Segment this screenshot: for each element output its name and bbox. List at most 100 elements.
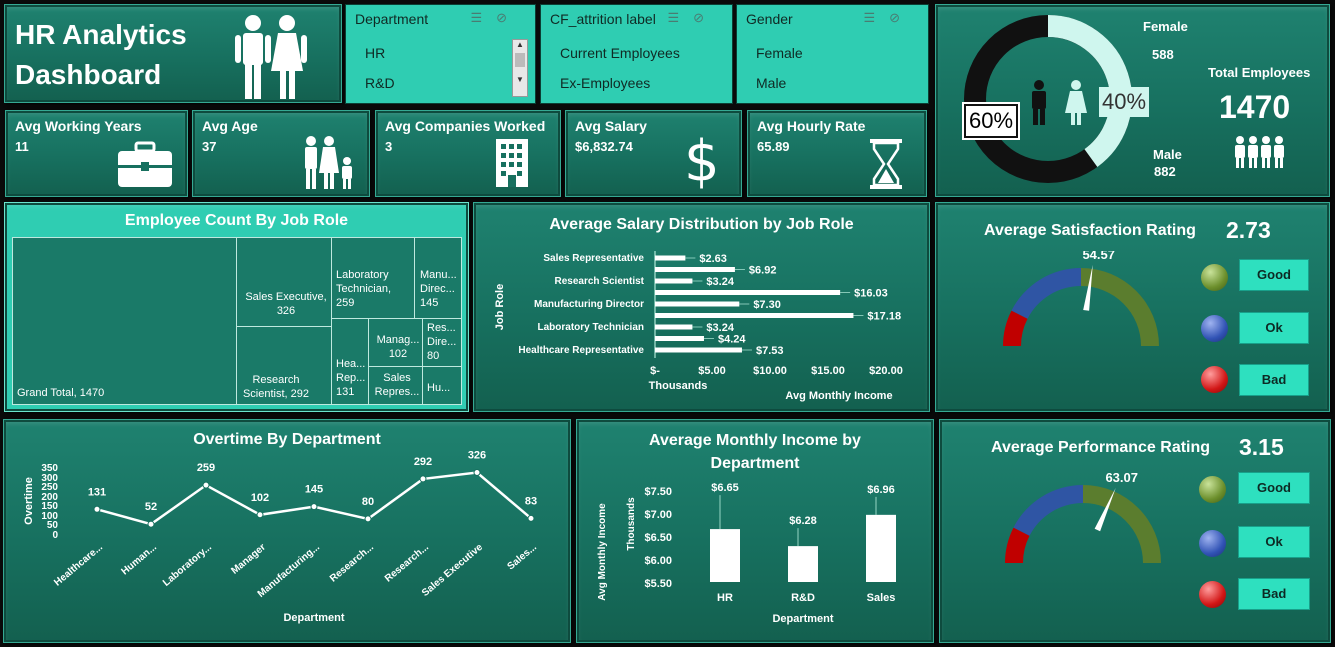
overtime-data-label: 259 [197, 462, 215, 474]
slicer-item-ex[interactable]: Ex-Employees [560, 75, 650, 91]
x-tick: Research... [383, 542, 431, 585]
attrition-slicer[interactable]: CF_attrition label ☰⊘ Current Employees … [540, 4, 733, 104]
treemap-cell-label: Research Scientist, 292 [242, 374, 310, 400]
slicer-item-male[interactable]: Male [756, 75, 786, 91]
x-tick: $15.00 [811, 365, 845, 377]
overtime-data-label: 102 [251, 492, 269, 504]
overtime-data-label: 83 [525, 495, 537, 507]
treemap-cell-label: Hu... [427, 382, 451, 394]
scroll-up-icon[interactable]: ▲ [513, 40, 527, 49]
multi-select-icon[interactable]: ☰⊘ [863, 10, 914, 26]
treemap-cell-lab-technician[interactable]: Laboratory Technician, 259 [331, 237, 415, 319]
slicer-item-hr[interactable]: HR [365, 45, 385, 61]
performance-title: Average Performance Rating [991, 439, 1211, 456]
slicer-title: CF_attrition label [550, 11, 656, 27]
kpi-value: 65.89 [757, 139, 790, 154]
slicer-scrollbar[interactable]: ▲ ▼ [512, 39, 528, 97]
gauge-ok-segment [1011, 268, 1081, 319]
department-slicer[interactable]: Department ☰⊘ HR R&D ▲ ▼ [345, 4, 536, 104]
salary-bar [655, 278, 693, 284]
y-tick: $6.00 [644, 555, 672, 567]
overtime-line [96, 471, 532, 526]
female-label: Female [1143, 19, 1188, 34]
overtime-point [93, 505, 101, 513]
income-bar [866, 514, 896, 582]
row-label: Sales Representative [543, 253, 644, 264]
overtime-point [147, 520, 155, 528]
slicer-item-female[interactable]: Female [756, 45, 803, 61]
income-by-department-panel: Average Monthly Income by Department Avg… [576, 419, 934, 643]
building-icon [496, 139, 528, 187]
kpi-label: Avg Companies Worked [385, 118, 546, 134]
x-tick: Human... [120, 542, 160, 578]
treemap-cell-label: Laboratory Technician, 259 [336, 269, 392, 309]
salary-data-label: $4.24 [718, 334, 746, 346]
x-tick: R&D [791, 592, 815, 604]
y-ticks: 350 300 250 200 150 100 50 0 [41, 463, 58, 541]
treemap-title: Employee Count By Job Role [124, 212, 349, 229]
ok-button[interactable]: Ok [1238, 526, 1310, 558]
x-tick: Laboratory... [161, 542, 214, 589]
x-tick: $20.00 [869, 365, 903, 377]
salary-bar [655, 324, 693, 330]
gender-slicer[interactable]: Gender ☰⊘ Female Male [736, 4, 929, 104]
overtime-data-label: 131 [88, 486, 106, 498]
ok-button[interactable]: Ok [1239, 312, 1309, 344]
gauge-value-label: 63.07 [1105, 470, 1138, 485]
kpi-avg-age: Avg Age 37 [192, 110, 370, 197]
treemap-cell-research-scientist[interactable]: Research Scientist, 292 [236, 326, 332, 405]
bad-button[interactable]: Bad [1239, 364, 1309, 396]
treemap-cell-human-resources[interactable]: Hu... [422, 366, 462, 405]
x-tick: $5.00 [698, 365, 726, 377]
gauge-value-label: 54.57 [1082, 251, 1115, 262]
unit-label: Thousands [649, 380, 708, 392]
male-pct-label: 60% [964, 104, 1019, 138]
treemap-cell-label: Res... Dire... 80 [427, 322, 457, 362]
kpi-avg-hourly-rate: Avg Hourly Rate 65.89 [747, 110, 927, 197]
y-tick: $5.50 [644, 578, 672, 590]
female-pct-label: 40% [1099, 87, 1150, 117]
treemap-cell-sales-rep[interactable]: Sales Repres... [368, 366, 423, 405]
income-data-label: $6.28 [789, 515, 817, 527]
slicer-item-rnd[interactable]: R&D [365, 75, 395, 91]
overtime-point [419, 475, 427, 483]
treemap-cell-manufacturing-director[interactable]: Manu... Direc... 145 [414, 237, 462, 319]
salary-distribution-panel: Average Salary Distribution by Job Role … [473, 202, 930, 412]
x-tick: Research... [328, 542, 376, 585]
ok-indicator-icon [1201, 315, 1228, 342]
kpi-value: 11 [15, 139, 29, 154]
income-data-label: $6.65 [711, 482, 739, 494]
treemap-cell-manager[interactable]: Manag... 102 [368, 318, 423, 367]
bad-button[interactable]: Bad [1238, 578, 1310, 610]
kpi-label: Avg Age [202, 118, 258, 134]
good-button[interactable]: Good [1238, 472, 1310, 504]
treemap-cell-grand-total[interactable]: Grand Total, 1470 [12, 237, 237, 405]
good-button[interactable]: Good [1239, 259, 1309, 291]
x-axis-title: Department [772, 613, 833, 625]
multi-select-icon[interactable]: ☰⊘ [667, 10, 718, 26]
salary-bar [655, 336, 704, 341]
gauge-ok-segment [1013, 485, 1083, 536]
title-panel: HR Analytics Dashboard [4, 4, 342, 103]
slicer-item-current[interactable]: Current Employees [560, 45, 680, 61]
x-tick: Sales [867, 592, 896, 604]
y-tick: $7.50 [644, 486, 672, 498]
kpi-avg-companies-worked: Avg Companies Worked 3 [375, 110, 561, 197]
x-axis-title: Department [283, 612, 344, 624]
slicer-title: Department [355, 11, 429, 27]
scroll-thumb[interactable] [515, 53, 525, 67]
overtime-point [527, 514, 535, 522]
overtime-point [473, 469, 481, 477]
treemap-cell-healthcare-rep[interactable]: Hea... Rep... 131 [331, 318, 369, 405]
overtime-point [310, 503, 318, 511]
income-bar-chart: Avg Monthly Income Thousands Department … [597, 482, 896, 625]
scroll-down-icon[interactable]: ▼ [513, 75, 527, 84]
slicer-title: Gender [746, 11, 793, 27]
row-label: Manufacturing Director [534, 299, 644, 310]
satisfaction-title: Average Satisfaction Rating [984, 222, 1196, 239]
multi-select-icon[interactable]: ☰⊘ [470, 10, 521, 26]
x-tick: Sales... [505, 542, 539, 573]
treemap-cell-sales-executive[interactable]: Sales Executive, 326 [236, 237, 332, 327]
treemap-cell-research-director[interactable]: Res... Dire... 80 [422, 318, 462, 367]
female-value: 588 [1152, 47, 1174, 62]
